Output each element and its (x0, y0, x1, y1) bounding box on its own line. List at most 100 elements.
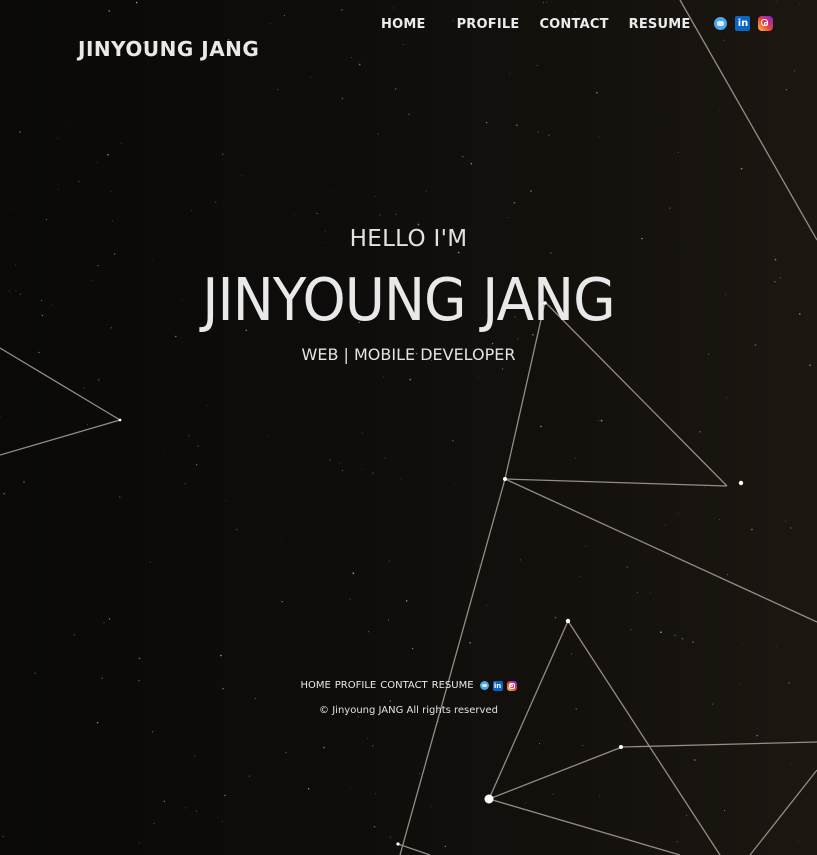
star-dot (153, 823, 155, 825)
instagram-icon[interactable] (758, 16, 774, 31)
star-dot (372, 745, 374, 747)
star-dot (400, 479, 402, 480)
star-dot (677, 151, 679, 154)
star-dot (395, 88, 397, 90)
star-dot (368, 631, 370, 633)
star-dot (281, 601, 283, 603)
star-dot (267, 436, 269, 437)
star-dot (548, 134, 550, 136)
star-dot (539, 743, 540, 744)
message-icon[interactable] (479, 681, 489, 690)
star-dot (382, 376, 384, 378)
star-dot (534, 6, 536, 7)
star-dot (107, 153, 109, 156)
star-dot (542, 2, 544, 4)
star-dot (206, 405, 208, 406)
star-dot (137, 31, 139, 33)
star-dot (505, 84, 507, 86)
star-dot (599, 796, 600, 797)
star-dot (452, 439, 454, 442)
star-dot (575, 12, 576, 13)
star-dot (96, 161, 98, 163)
star-dot (221, 153, 224, 156)
star-dot (719, 519, 721, 520)
star-dot (645, 116, 647, 118)
star-dot (111, 220, 114, 222)
nav-profile-link[interactable]: PROFILE (457, 16, 520, 34)
star-dot (283, 15, 285, 17)
star-dot (431, 806, 432, 807)
nav-contact-link[interactable]: CONTACT (539, 16, 608, 34)
star-dot (513, 201, 516, 204)
star-dot (224, 794, 226, 797)
star-dot (516, 338, 519, 340)
star-dot (793, 70, 796, 72)
nav-resume-link[interactable]: RESUME (629, 16, 691, 34)
linkedin-icon[interactable]: in (735, 16, 751, 31)
footer-contact-link[interactable]: CONTACT (380, 680, 427, 691)
star-dot (575, 458, 576, 459)
star-dot (730, 485, 731, 487)
star-dot (774, 258, 777, 261)
star-dot (349, 598, 352, 600)
nav-home-link[interactable]: HOME (381, 16, 426, 34)
star-dot (285, 751, 287, 754)
star-dot (361, 469, 363, 471)
star-dot (685, 815, 688, 817)
star-dot (554, 616, 557, 619)
hero-greeting: HELLO I'M (349, 226, 468, 252)
star-dot (340, 462, 342, 464)
star-dot (457, 251, 460, 254)
star-dot (388, 560, 391, 562)
star-dot (341, 469, 344, 472)
star-dot (552, 794, 554, 796)
star-dot (681, 638, 684, 640)
star-dot (502, 368, 504, 370)
star-dot (549, 252, 552, 254)
star-dot (536, 64, 538, 67)
footer-profile-link[interactable]: PROFILE (335, 680, 376, 691)
star-dot (316, 213, 318, 214)
star-dot (217, 817, 219, 819)
footer-resume-link[interactable]: RESUME (432, 680, 474, 691)
star-dot (664, 524, 667, 526)
constellation-lines (0, 0, 817, 855)
star-dot (384, 457, 386, 459)
star-dot (185, 807, 187, 809)
star-dot (485, 121, 488, 124)
star-dot (649, 591, 651, 593)
footer-home-link[interactable]: HOME (300, 680, 330, 691)
star-dot (478, 376, 479, 378)
star-dot (101, 677, 104, 680)
star-dot (350, 786, 352, 788)
social-links: in (714, 16, 774, 31)
star-dot (367, 738, 369, 740)
star-dot (151, 731, 154, 733)
message-icon[interactable] (714, 17, 728, 30)
site-brand[interactable]: JINYOUNG JANG (78, 37, 259, 61)
star-dot (329, 459, 331, 461)
star-dot (239, 105, 240, 107)
star-dot (626, 566, 628, 568)
instagram-icon[interactable] (506, 680, 517, 691)
star-dot (783, 439, 785, 441)
star-dot (309, 76, 312, 78)
star-dot (57, 137, 58, 139)
star-dot (727, 573, 729, 576)
star-dot (374, 792, 377, 795)
star-dot (269, 23, 271, 24)
star-dot (96, 721, 99, 724)
star-dot (582, 745, 584, 747)
star-dot (704, 486, 705, 488)
star-dot (530, 190, 532, 192)
star-dot (444, 845, 446, 848)
star-dot (103, 622, 105, 624)
linkedin-icon[interactable]: in (492, 680, 503, 691)
star-dot (254, 697, 256, 700)
star-dot (197, 445, 199, 447)
star-dot (719, 110, 721, 111)
star-dot (462, 155, 464, 158)
star-dot (507, 217, 510, 219)
star-dot (478, 564, 480, 566)
star-dot (669, 207, 671, 209)
